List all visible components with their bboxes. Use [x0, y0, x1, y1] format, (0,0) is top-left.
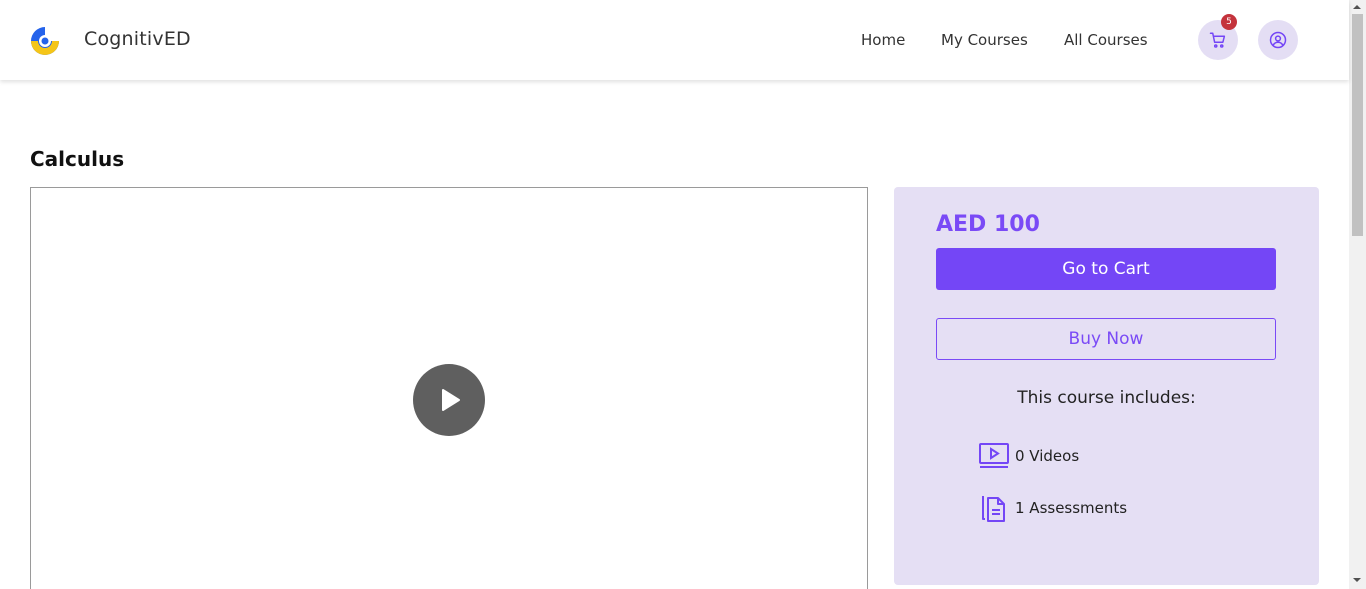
account-button[interactable]	[1258, 20, 1298, 60]
purchase-panel: AED 100 Go to Cart Buy Now This course i…	[894, 187, 1319, 585]
assessments-count: 1 Assessments	[1015, 499, 1128, 517]
videos-count: 0 Videos	[1015, 447, 1080, 465]
play-icon	[442, 389, 460, 411]
scroll-down-arrow-icon[interactable]	[1353, 578, 1361, 582]
course-title: Calculus	[30, 147, 125, 171]
go-to-cart-button[interactable]: Go to Cart	[936, 248, 1276, 290]
nav-all-courses[interactable]: All Courses	[1064, 31, 1148, 49]
brand-name[interactable]: CognitivED	[84, 28, 191, 50]
scroll-thumb[interactable]	[1352, 14, 1363, 236]
cart-button[interactable]: 5	[1198, 14, 1238, 60]
top-navbar: CognitivED Home My Courses All Courses 5	[0, 0, 1349, 80]
cart-icon	[1209, 32, 1226, 48]
cognitived-logo-icon[interactable]	[28, 24, 62, 58]
vertical-scrollbar[interactable]	[1349, 0, 1366, 589]
page: CognitivED Home My Courses All Courses 5…	[0, 0, 1366, 589]
document-icon	[978, 492, 1010, 524]
videos-count-item: 0 Videos	[978, 440, 1079, 472]
nav-my-courses[interactable]: My Courses	[941, 31, 1028, 49]
buy-now-button[interactable]: Buy Now	[936, 318, 1276, 360]
assessments-count-item: 1 Assessments	[978, 492, 1127, 524]
user-circle-icon	[1269, 31, 1287, 49]
includes-heading: This course includes:	[1017, 388, 1196, 408]
video-player-icon	[978, 440, 1010, 472]
course-price: AED 100	[936, 212, 1040, 237]
play-button[interactable]	[413, 364, 485, 436]
nav-home[interactable]: Home	[861, 31, 905, 49]
scroll-up-arrow-icon[interactable]	[1353, 5, 1361, 9]
cart-count-badge: 5	[1221, 14, 1237, 30]
video-player[interactable]	[30, 187, 868, 589]
